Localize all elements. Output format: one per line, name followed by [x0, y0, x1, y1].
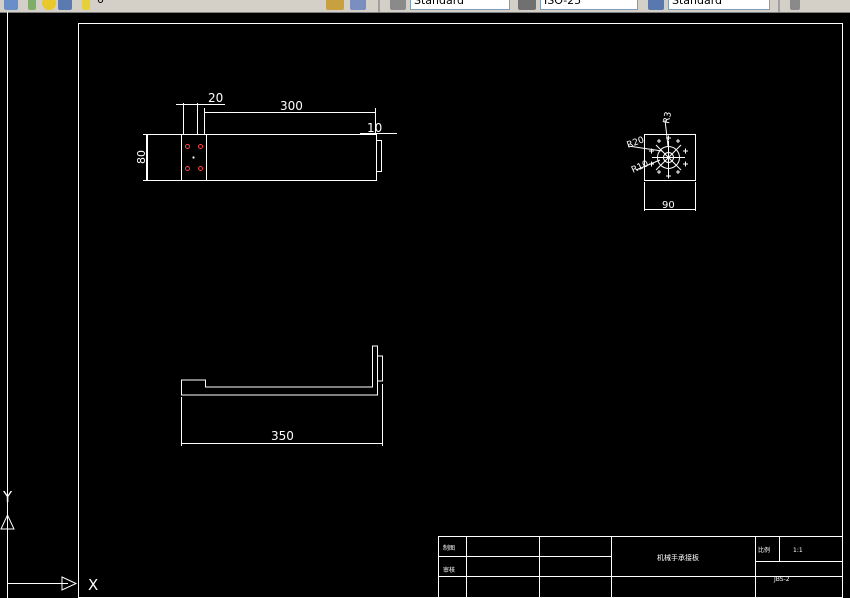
layer-state-icon[interactable]: [28, 0, 36, 10]
drawn-by-label: 制图: [443, 544, 455, 552]
lock-icon[interactable]: [82, 0, 90, 10]
center-mark: [192, 156, 195, 159]
radius-r10-text: R10: [630, 159, 651, 176]
dimension-80-text: 80: [135, 150, 148, 164]
dimension-10-text: 10: [367, 121, 382, 135]
checked-by-label: 审核: [443, 566, 455, 574]
table-style-dropdown[interactable]: Standard: [668, 0, 770, 10]
dimension-style-icon[interactable]: [518, 0, 536, 10]
ucs-x-label: X: [88, 576, 98, 594]
multileader-icon[interactable]: [790, 0, 800, 10]
dimension-90-text: 90: [662, 200, 675, 211]
toolbar-separator: [778, 0, 780, 12]
hole: [185, 166, 190, 171]
drawing-number-text: JBS-2: [773, 576, 790, 583]
drawing-canvas[interactable]: 20 300 10 80 350 R3 R20 R10 90 Y X 制图 审核…: [0, 12, 850, 598]
text-style-value: Standard: [414, 0, 465, 7]
hole: [198, 166, 203, 171]
radius-r3-text: R3: [662, 111, 674, 125]
layer-dropdown-value: 0: [97, 0, 104, 6]
table-style-icon[interactable]: [648, 0, 664, 10]
text-style-dropdown[interactable]: Standard: [410, 0, 510, 10]
freeze-icon[interactable]: [58, 0, 72, 10]
layer-dropdown[interactable]: 0: [94, 0, 322, 10]
layer-manager-icon[interactable]: [4, 0, 18, 10]
title-block: [438, 536, 843, 598]
dim-style-value: ISO-25: [544, 0, 582, 7]
toolbar-separator: [378, 0, 380, 12]
lightbulb-icon[interactable]: [42, 0, 56, 10]
part-name-text: 机械手承接板: [657, 553, 699, 562]
side-view-profile: [181, 345, 378, 396]
dimension-350-text: 350: [271, 429, 294, 443]
top-view-flange: [376, 140, 382, 172]
ucs-icon: [0, 513, 78, 591]
dimension-300-text: 300: [280, 99, 303, 113]
text-style-icon[interactable]: [390, 0, 406, 10]
dim-style-dropdown[interactable]: ISO-25: [540, 0, 638, 10]
hole: [185, 144, 190, 149]
scale-label: 比例: [758, 546, 770, 554]
side-view-flange: [377, 355, 383, 382]
autocad-window: 0 Standard ISO-25 Standard: [0, 0, 850, 598]
scale-value: 1:1: [793, 547, 803, 554]
table-style-value: Standard: [672, 0, 723, 7]
ucs-y-label: Y: [2, 488, 13, 506]
hole: [198, 144, 203, 149]
drawing-frame: [78, 23, 843, 598]
title-block-frame: [438, 536, 843, 598]
top-view: [143, 103, 397, 181]
dimension-20-text: 20: [208, 91, 223, 105]
layer-previous-icon[interactable]: [350, 0, 366, 10]
make-current-layer-icon[interactable]: [326, 0, 344, 10]
